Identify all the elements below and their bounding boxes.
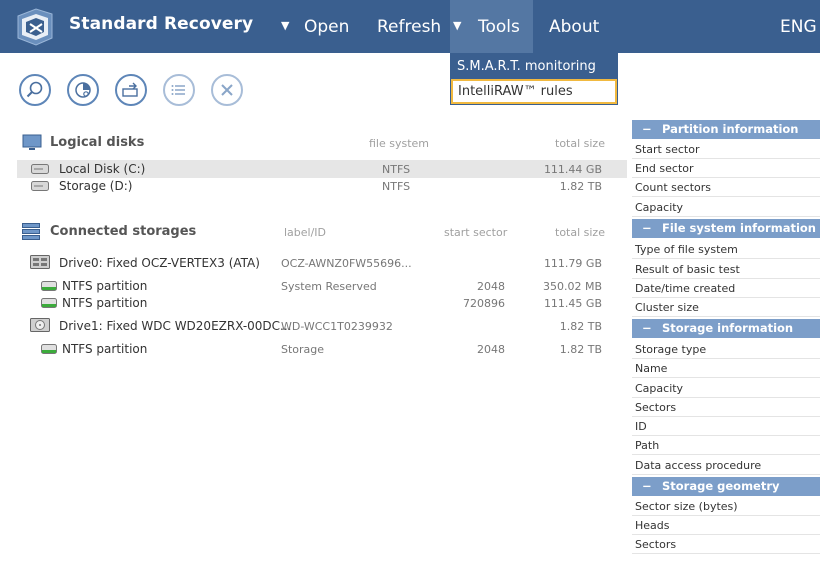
fs-info-title: File system information <box>662 221 816 235</box>
partition-start: 2048 <box>477 280 505 293</box>
partition-start: 2048 <box>477 343 505 356</box>
scan-icon <box>75 82 91 98</box>
partition-size: 350.02 MB <box>542 280 602 293</box>
fs-info-header[interactable]: − File system information <box>632 219 820 238</box>
drive-label: OCZ-AWNZ0FW55696... <box>281 257 412 270</box>
collapse-icon: − <box>642 321 652 335</box>
partition-size: 1.82 TB <box>559 343 602 356</box>
column-file-system: file system <box>369 137 430 150</box>
partition-label: Storage <box>281 343 325 356</box>
storage-info-title: Storage information <box>662 321 794 335</box>
property-field: Cluster size <box>632 298 820 317</box>
partition-label: System Reserved <box>281 280 377 293</box>
logical-disk-size: 111.44 GB <box>543 163 602 176</box>
close-button[interactable] <box>211 74 243 106</box>
property-field: Sectors <box>632 398 820 417</box>
hdd-drive-icon <box>30 318 50 332</box>
property-field: Storage type <box>632 340 820 359</box>
dropdown-arrow-icon: ▼ <box>453 19 462 32</box>
properties-panel: − Partition information Start sector End … <box>632 120 820 561</box>
drive-size: 1.82 TB <box>559 320 602 333</box>
search-button[interactable] <box>19 74 51 106</box>
logical-disk-name: Local Disk (C:) <box>59 162 146 176</box>
dropdown-arrow-icon: ▼ <box>281 19 290 32</box>
collapse-icon: − <box>642 122 652 136</box>
property-field: Capacity <box>632 379 820 398</box>
property-field: Type of file system <box>632 240 820 259</box>
menu-open[interactable]: ▼ Open <box>280 0 360 53</box>
collapse-icon: − <box>642 479 652 493</box>
menu-item-intelliraw-rules[interactable]: IntelliRAW™ rules <box>451 79 617 104</box>
property-field: Result of basic test <box>632 260 820 279</box>
top-bar: Standard Recovery ▼ Open Refresh ▼ Tools… <box>0 0 820 53</box>
partition-icon <box>41 344 57 354</box>
logical-disk-fs: NTFS <box>382 180 411 193</box>
storage-info-header[interactable]: − Storage information <box>632 319 820 338</box>
partition-info-title: Partition information <box>662 122 799 136</box>
partition-name: NTFS partition <box>62 342 148 356</box>
partition-name: NTFS partition <box>62 279 148 293</box>
property-field: Sector size (bytes) <box>632 497 820 516</box>
property-field: Data access procedure <box>632 456 820 475</box>
list-icon <box>171 85 185 95</box>
close-icon <box>221 84 233 96</box>
property-field: Name <box>632 359 820 378</box>
column-total-size: total size <box>555 226 605 239</box>
column-start-sector: start sector <box>444 226 508 239</box>
property-field: End sector <box>632 159 820 178</box>
property-field: Capacity <box>632 198 820 217</box>
column-label-id: label/ID <box>284 226 327 239</box>
logical-disk-name: Storage (D:) <box>59 179 133 193</box>
menu-tools[interactable]: ▼ Tools <box>450 0 533 53</box>
drive-label: WD-WCC1T0239932 <box>281 320 393 333</box>
menu-refresh-label: Refresh <box>377 17 442 37</box>
tools-dropdown: S.M.A.R.T. monitoring IntelliRAW™ rules <box>450 53 618 105</box>
menu-item-smart-monitoring[interactable]: S.M.A.R.T. monitoring <box>451 54 617 79</box>
drive-name: Drive1: Fixed WDC WD20EZRX-00DC... <box>59 319 292 333</box>
logical-disk-size: 1.82 TB <box>559 180 602 193</box>
column-total-size: total size <box>555 137 605 150</box>
logical-disk-fs: NTFS <box>382 163 411 176</box>
monitor-icon <box>22 134 42 150</box>
menu-about[interactable]: About <box>540 0 610 53</box>
scan-button[interactable] <box>67 74 99 106</box>
transfer-button[interactable] <box>115 74 147 106</box>
partition-icon <box>41 298 57 308</box>
property-field: ID <box>632 417 820 436</box>
partition-name: NTFS partition <box>62 296 148 310</box>
drive-size: 111.79 GB <box>543 257 602 270</box>
menu-refresh[interactable]: Refresh <box>368 0 448 53</box>
disk-icon <box>31 181 49 191</box>
language-label: ENG <box>780 17 817 37</box>
search-icon <box>26 81 43 98</box>
storage-stack-icon <box>22 223 40 240</box>
partition-info-header[interactable]: − Partition information <box>632 120 820 139</box>
property-field: Date/time created <box>632 279 820 298</box>
menu-open-label: Open <box>304 17 350 37</box>
list-button[interactable] <box>163 74 195 106</box>
storage-geometry-header[interactable]: − Storage geometry <box>632 477 820 496</box>
menu-tools-label: Tools <box>478 17 520 37</box>
property-field: Count sectors <box>632 178 820 197</box>
app-window: Standard Recovery ▼ Open Refresh ▼ Tools… <box>0 0 820 561</box>
ssd-drive-icon <box>30 255 50 269</box>
property-field: Heads <box>632 516 820 535</box>
drive-name: Drive0: Fixed OCZ-VERTEX3 (ATA) <box>59 256 260 270</box>
logical-disks-title: Logical disks <box>50 135 145 150</box>
partition-start: 720896 <box>463 297 505 310</box>
property-field: Start sector <box>632 140 820 159</box>
partition-size: 111.45 GB <box>543 297 602 310</box>
transfer-icon <box>122 82 138 97</box>
property-field: Path <box>632 436 820 455</box>
collapse-icon: − <box>642 221 652 235</box>
app-logo-icon <box>17 8 53 46</box>
partition-icon <box>41 281 57 291</box>
menu-about-label: About <box>549 17 600 37</box>
storage-geometry-title: Storage geometry <box>662 479 780 493</box>
property-field: Sectors <box>632 535 820 554</box>
language-selector[interactable]: ENG <box>772 0 820 53</box>
connected-storages-title: Connected storages <box>50 224 197 239</box>
disk-icon <box>31 164 49 174</box>
app-title: Standard Recovery <box>69 14 254 34</box>
